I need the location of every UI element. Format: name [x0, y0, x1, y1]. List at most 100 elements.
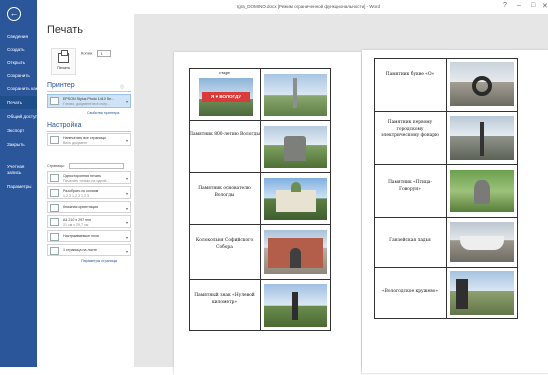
sidebar-item-close[interactable]: Закрыть: [0, 138, 37, 151]
page-title: Печать: [47, 24, 84, 36]
setting-line1: Напечатать все страницы: [63, 136, 106, 140]
paper-size-icon: [50, 218, 59, 226]
collate-icon: [50, 189, 59, 197]
copies-label: Копии:: [81, 50, 94, 56]
divider: [47, 131, 131, 132]
chevron-down-icon: ▾: [125, 220, 128, 225]
setting-orientation[interactable]: Книжная ориентация ▾: [47, 201, 131, 213]
chevron-down-icon: ▾: [125, 138, 128, 143]
print-button-label: Печать: [56, 65, 71, 70]
pages-per-sheet-icon: [50, 247, 59, 255]
pages-row: Страницы:: [47, 163, 124, 169]
setting-line2: Печатать только на одной...: [63, 179, 110, 183]
copies-input[interactable]: 1: [97, 50, 112, 57]
chevron-down-icon: ▾: [125, 191, 128, 196]
setting-line1: 1 страница на листе: [63, 248, 97, 252]
photo-cathedral: [264, 178, 327, 220]
printer-icon: [50, 97, 59, 105]
cell-text: Памятник букве «О»: [385, 72, 435, 77]
photo-lantern: [450, 116, 514, 160]
printer-select[interactable]: EPSON Stylus Photo 1410 Se... Готово, до…: [47, 94, 131, 108]
cell-text: Памятник 800-летию Вологды: [189, 132, 260, 137]
photo-bird: [450, 170, 514, 212]
setting-collate[interactable]: Разобрать по копиям 1,2,3 1,2,3 1,2,3 ▾: [47, 186, 131, 199]
setting-sides[interactable]: Односторонняя печать Печатать только на …: [47, 171, 131, 184]
sidebar-item-account[interactable]: Учетная запись: [0, 162, 30, 178]
cell-text: Ганзейская ладья: [389, 238, 431, 243]
close-icon[interactable]: ✕: [542, 2, 548, 10]
page-setup-link[interactable]: Параметры страницы: [81, 259, 117, 263]
chevron-down-icon: ▾: [125, 176, 128, 181]
portrait-icon: [50, 204, 59, 212]
printer-properties-link[interactable]: Свойства принтера: [87, 111, 119, 115]
word-backstage: ← Сведения Создать Открыть Сохранить Сох…: [0, 0, 548, 375]
cell-text: Колокольня Софийского Собора: [195, 238, 254, 250]
printer-icon: [58, 50, 69, 63]
printer-status: Готово, документов в очер...: [63, 102, 111, 106]
setting-pages-range[interactable]: Напечатать все страницы Весь документ ▾: [47, 133, 131, 146]
photo-zero-km: [264, 284, 327, 327]
photo-monument: [264, 126, 327, 168]
photo-boat: [450, 222, 514, 262]
preview-page-1: старт Я ♥ ВОЛОГДУ Памятник 800-летию Вол…: [174, 52, 361, 375]
setting-line1: А4 210 x 297 mm: [63, 218, 92, 222]
settings-heading: Настройка: [47, 122, 82, 129]
cell-text: старт: [218, 70, 231, 75]
chevron-down-icon: ▾: [125, 206, 128, 211]
maximize-icon[interactable]: □: [531, 2, 535, 9]
printer-name: EPSON Stylus Photo 1410 Se...: [63, 97, 115, 101]
print-settings-panel: Печать Печать Копии: 1 Принтер ⓘ EPSON S…: [37, 14, 134, 367]
sidebar-item-options[interactable]: Параметры: [0, 180, 37, 193]
sidebar-item-new[interactable]: Создать: [0, 43, 37, 56]
window-title: Igra_DOMINO.docx [Режим ограниченной фун…: [237, 4, 381, 9]
chevron-down-icon: ▾: [125, 249, 128, 254]
info-icon[interactable]: ⓘ: [120, 84, 124, 90]
setting-line2: Весь документ: [63, 141, 88, 145]
sidebar-item-export[interactable]: Экспорт: [0, 124, 37, 137]
pages-icon: [50, 136, 59, 144]
cell-text: Памятник «Птица- Говорун»: [388, 180, 432, 192]
minimize-icon[interactable]: –: [517, 2, 521, 9]
pages-input[interactable]: [68, 163, 124, 169]
sidebar-item-save[interactable]: Сохранить: [0, 69, 37, 82]
setting-margins[interactable]: Настраиваемые поля ▾: [47, 230, 131, 242]
title-bar: Igra_DOMINO.docx [Режим ограниченной фун…: [37, 0, 548, 14]
backstage-sidebar: ← Сведения Создать Открыть Сохранить Сох…: [0, 0, 37, 367]
help-icon[interactable]: ?: [503, 2, 507, 9]
setting-line1: Разобрать по копиям: [63, 189, 99, 193]
photo-letter-o: [450, 62, 514, 106]
cell-text: Памятник первому городскому электрическо…: [381, 120, 439, 138]
banner-text: Я ♥ ВОЛОГДУ: [202, 92, 250, 102]
photo-monument: [264, 74, 327, 116]
cell-text: Памятник основателю Вологды: [198, 186, 251, 198]
setting-line2: 21 см x 29,7 см: [63, 223, 89, 227]
setting-pages-per-sheet[interactable]: 1 страница на листе ▾: [47, 244, 131, 256]
setting-line1: Односторонняя печать: [63, 174, 102, 178]
margins-icon: [50, 233, 59, 241]
setting-paper-size[interactable]: А4 210 x 297 mm 21 см x 29,7 см ▾: [47, 215, 131, 228]
pages-label: Страницы:: [47, 163, 65, 168]
cell-text: Памятный знак «Нулевой километр»: [194, 293, 255, 305]
sidebar-item-save-as[interactable]: Сохранить как: [0, 82, 37, 95]
photo-banner: Я ♥ ВОЛОГДУ: [199, 78, 253, 116]
sidebar-item-share[interactable]: Общий доступ: [0, 110, 37, 123]
photo-bell-tower: [264, 230, 327, 274]
setting-line1: Книжная ориентация: [63, 205, 99, 209]
setting-line1: Настраиваемые поля: [63, 234, 99, 238]
photo-lace: [450, 271, 514, 315]
print-preview: старт Я ♥ ВОЛОГДУ Памятник 800-летию Вол…: [134, 14, 548, 375]
chevron-down-icon: ▾: [125, 235, 128, 240]
cell-text: «Вологодское кружево»: [381, 289, 439, 294]
sidebar-item-print[interactable]: Печать: [0, 96, 37, 109]
setting-line2: 1,2,3 1,2,3 1,2,3: [63, 194, 89, 198]
printer-heading: Принтер: [47, 82, 75, 89]
chevron-down-icon: ▾: [125, 99, 128, 104]
copies-control: Копии: 1: [81, 50, 112, 57]
sidebar-item-info[interactable]: Сведения: [0, 30, 37, 43]
sidebar-item-open[interactable]: Открыть: [0, 56, 37, 69]
print-button[interactable]: Печать: [51, 48, 76, 75]
divider: [47, 91, 131, 92]
back-arrow-icon[interactable]: ←: [7, 7, 21, 21]
one-sided-icon: [50, 174, 59, 182]
preview-page-2: Памятник букве «О» Памятник первому горо…: [362, 50, 548, 373]
